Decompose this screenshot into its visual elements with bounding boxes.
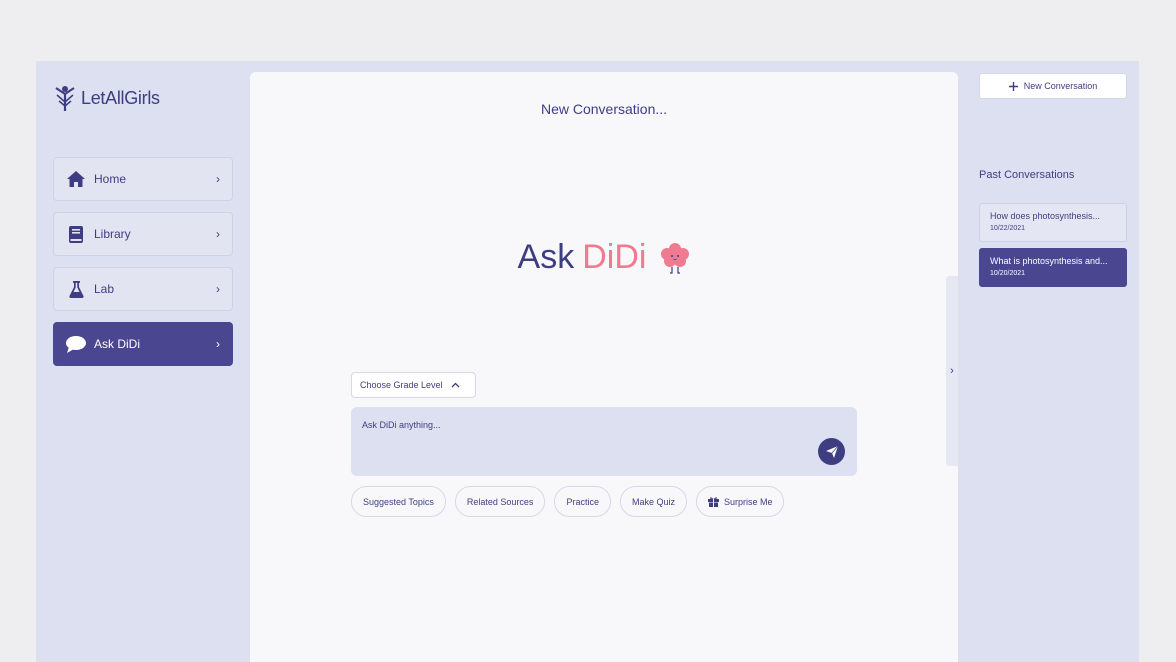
logo-text: LetAllGirls [81,87,160,108]
chip-label: Surprise Me [723,496,773,507]
ask-input-placeholder: Ask DiDi anything... [362,420,441,430]
chat-bubble-icon [66,334,86,354]
sidebar-item-home[interactable]: Home › [53,157,233,201]
chat-panel: New Conversation... Ask DiDi Choose Grad… [250,72,958,662]
conversation-item-active[interactable]: What is photosynthesis and... 10/20/2021 [979,248,1127,287]
sidebar-item-ask-didi[interactable]: Ask DiDi › [53,322,233,366]
ask-input[interactable]: Ask DiDi anything... [351,407,857,476]
conversation-title: What is photosynthesis and... [990,256,1108,266]
hero-ask-text: Ask [517,238,575,276]
app-frame: LetAllGirls Home › Library › Lab › Ask D… [36,61,1139,662]
grade-level-label: Choose Grade Level [360,380,443,390]
book-icon [66,224,86,244]
chevron-right-icon: › [216,337,220,351]
logo-icon [55,86,75,111]
chip-label: Practice [566,496,599,507]
chip-make-quiz[interactable]: Make Quiz [619,486,687,517]
new-conversation-label: New Conversation [1023,81,1098,91]
didi-mascot-icon [661,242,690,274]
sidebar-item-label: Ask DiDi [94,337,141,351]
suggestion-chips: Suggested Topics Related Sources Practic… [351,486,785,517]
conversation-date: 10/20/2021 [990,270,1026,277]
conversation-item[interactable]: How does photosynthesis... 10/22/2021 [979,203,1127,242]
collapse-panel-button[interactable]: › [946,276,958,466]
chevron-right-icon: › [216,282,220,296]
sidebar-item-library[interactable]: Library › [53,212,233,256]
chevron-right-icon: › [216,172,220,186]
logo[interactable]: LetAllGirls [53,83,160,113]
chip-related-sources[interactable]: Related Sources [454,486,546,517]
sidebar-item-label: Home [94,172,127,186]
chip-practice[interactable]: Practice [554,486,611,517]
chip-label: Make Quiz [631,496,675,507]
chip-surprise-me[interactable]: Surprise Me [695,486,785,517]
chevron-right-icon: › [950,365,954,377]
conversation-date: 10/22/2021 [990,225,1026,232]
home-icon [66,169,86,189]
flask-icon [66,279,86,299]
sidebar-item-label: Lab [94,282,115,296]
grade-level-select[interactable]: Choose Grade Level [351,372,476,398]
conversation-title: How does photosynthesis... [990,211,1101,221]
chip-label: Related Sources [466,496,534,507]
send-icon [825,445,838,458]
sidebar-item-label: Library [94,227,131,241]
send-button[interactable] [818,438,845,465]
page-title: New Conversation... [540,101,668,117]
hero-heading: Ask DiDi [250,238,958,277]
past-conversations-heading: Past Conversations [979,169,1075,181]
plus-icon [1008,81,1018,91]
hero-didi-text: DiDi [582,238,647,276]
chip-label: Suggested Topics [363,496,434,507]
chip-suggested-topics[interactable]: Suggested Topics [351,486,446,517]
chevron-up-icon [451,382,460,388]
new-conversation-button[interactable]: New Conversation [979,73,1127,99]
sidebar-item-lab[interactable]: Lab › [53,267,233,311]
gift-icon [707,497,719,507]
chevron-right-icon: › [216,227,220,241]
